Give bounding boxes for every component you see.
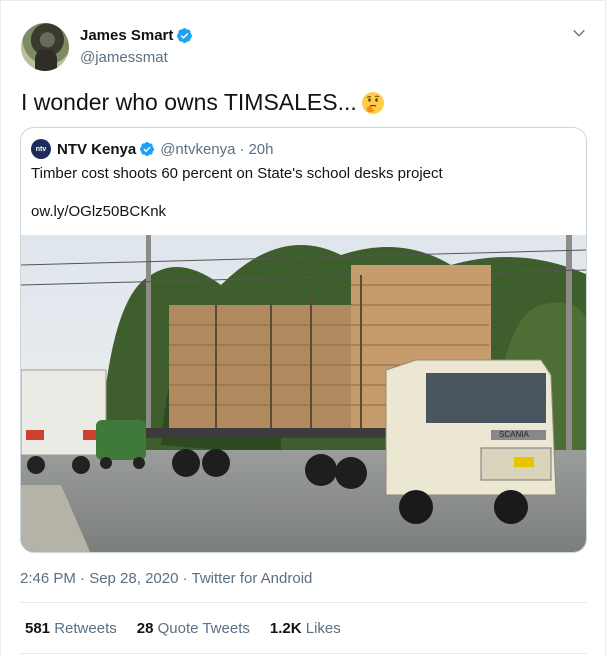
author-handle[interactable]: @jamessmat (80, 49, 168, 66)
divider (20, 602, 587, 603)
stat-quote-tweets[interactable]: 28 Quote Tweets (137, 620, 250, 637)
tweet-card: James Smart @jamessmat I wonder who owns… (0, 0, 606, 656)
quoted-header: ntv NTV Kenya @ntvkenya · 20h (31, 139, 274, 159)
stat-label: Likes (305, 620, 341, 637)
tweet-text-row: I wonder who owns TIMSALES... (21, 89, 385, 116)
author-name-row[interactable]: James Smart (80, 27, 193, 44)
tweet-header: James Smart @jamessmat (21, 23, 591, 73)
stat-label: Quote Tweets (157, 620, 250, 637)
stat-count: 1.2K (269, 620, 302, 637)
tweet-text: I wonder who owns TIMSALES... (21, 89, 357, 115)
stat-likes[interactable]: 1.2K Likes (270, 620, 341, 637)
stat-count: 581 (25, 620, 51, 637)
stat-retweets[interactable]: 581 Retweets (25, 620, 117, 637)
tweet-timestamp[interactable]: 2:46 PM · Sep 28, 2020 · Twitter for And… (20, 570, 312, 587)
verified-badge-icon (140, 142, 155, 156)
quoted-link[interactable]: ow.ly/OGlz50BCKnk (31, 203, 166, 220)
chevron-down-icon[interactable] (571, 25, 587, 41)
quoted-author-name: NTV Kenya (57, 140, 137, 158)
quoted-tweet[interactable]: ntv NTV Kenya @ntvkenya · 20h Timber cos… (20, 127, 587, 553)
verified-badge-icon (177, 28, 193, 43)
stat-label: Retweets (54, 620, 117, 637)
meta-separator: · (239, 140, 245, 158)
ntv-logo: ntv (31, 139, 51, 159)
quoted-text: Timber cost shoots 60 percent on State's… (31, 165, 443, 182)
quoted-age: 20h (248, 140, 274, 158)
author-name[interactable]: James Smart (80, 27, 173, 44)
stat-count: 28 (136, 620, 154, 637)
avatar[interactable] (21, 23, 69, 71)
divider (20, 653, 587, 654)
timber-truck-photo[interactable]: SCANIA (21, 235, 587, 553)
quoted-handle: @ntvkenya (160, 140, 236, 158)
engagement-stats: 581 Retweets 28 Quote Tweets 1.2K Likes (25, 620, 341, 637)
cab-badge: SCANIA (499, 430, 529, 439)
thinking-face-icon (361, 91, 384, 114)
